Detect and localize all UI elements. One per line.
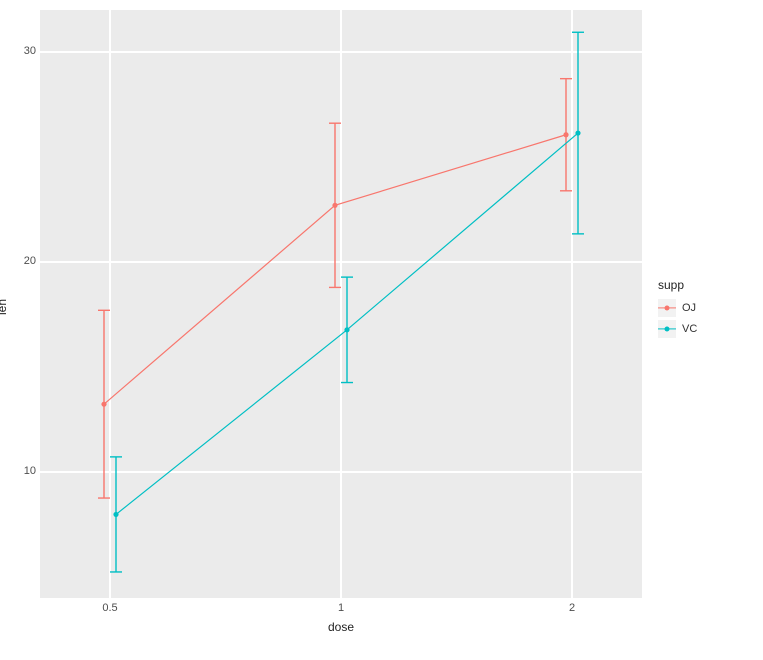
legend: supp OJ VC [658, 278, 697, 340]
legend-item-vc: VC [658, 319, 697, 339]
x-tick-label: 2 [569, 602, 575, 614]
y-tick-label: 10 [4, 465, 36, 477]
y-axis-label: len [0, 299, 9, 315]
plot-panel [40, 10, 642, 598]
legend-key-icon [658, 320, 676, 338]
x-axis-label: dose [40, 620, 642, 634]
chart-svg [40, 10, 642, 598]
y-tick-label: 20 [4, 255, 36, 267]
x-tick-label: 1 [338, 602, 344, 614]
legend-title: supp [658, 278, 697, 292]
legend-item-oj: OJ [658, 298, 697, 318]
x-tick-label: 0.5 [102, 602, 117, 614]
legend-key-icon [658, 299, 676, 317]
y-tick-label: 30 [4, 45, 36, 57]
legend-label: VC [682, 323, 697, 335]
legend-label: OJ [682, 302, 696, 314]
